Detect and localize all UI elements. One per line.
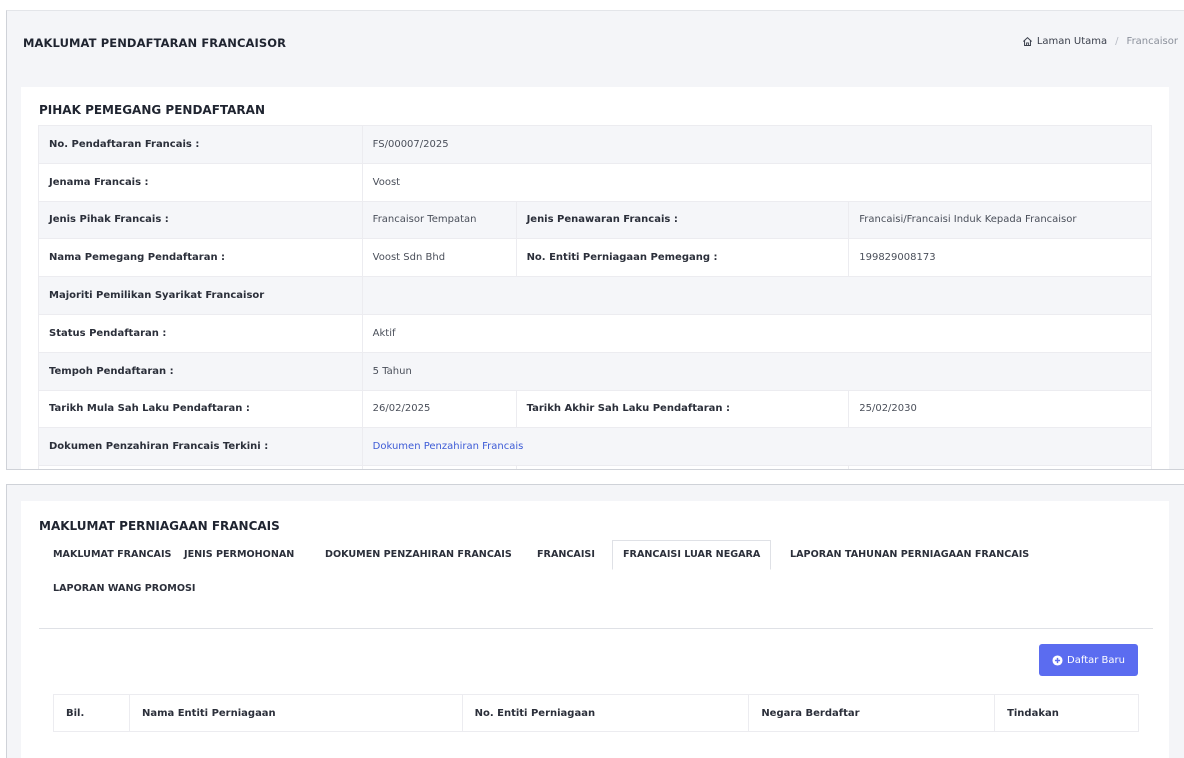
- row-label-2: No. Entiti Perniagaan Pemegang :: [515, 238, 850, 278]
- row-label-2: Tarikh Akhir Sah Laku Pendaftaran :: [515, 389, 850, 429]
- breadcrumb: Laman Utama / Francaisor: [1022, 36, 1178, 47]
- table-row: [38, 465, 1152, 469]
- tab-francaisi[interactable]: FRANCAISI: [537, 549, 595, 560]
- disclosure-document-link[interactable]: Dokumen Penzahiran Francais: [373, 441, 524, 452]
- row-label: Majoriti Pemilikan Syarikat Francaisor: [38, 276, 363, 315]
- business-tabs: MAKLUMAT FRANCAIS JENIS PERMOHONAN DOKUM…: [39, 539, 1153, 629]
- registration-window: MAKLUMAT PENDAFTARAN FRANCAISOR Laman Ut…: [6, 10, 1184, 470]
- row-label: Jenis Pihak Francais :: [38, 200, 363, 240]
- tab-maklumat-francais[interactable]: MAKLUMAT FRANCAIS: [53, 549, 171, 560]
- table-row: Status Pendaftaran : Aktif: [38, 313, 1153, 353]
- row-label: Dokumen Penzahiran Francais Terkini :: [38, 427, 363, 467]
- row-value-2: 25/02/2030: [848, 389, 1152, 429]
- business-card: MAKLUMAT PERNIAGAAN FRANCAIS MAKLUMAT FR…: [21, 501, 1169, 758]
- daftar-baru-button[interactable]: Daftar Baru: [1039, 644, 1138, 676]
- row-label-2: [515, 465, 850, 469]
- row-label: [38, 465, 363, 469]
- column-header: Bil.: [53, 694, 130, 732]
- row-value: Dokumen Penzahiran Francais: [361, 427, 1153, 467]
- column-header: No. Entiti Perniagaan: [461, 694, 750, 732]
- tab-dokumen-penzahiran-francais[interactable]: DOKUMEN PENZAHIRAN FRANCAIS: [325, 549, 512, 560]
- registration-table: No. Pendaftaran Francais : FS/00007/2025…: [38, 125, 1153, 469]
- row-value-2: Francaisi/Francaisi Induk Kepada Francai…: [848, 200, 1152, 240]
- table-row: Dokumen Penzahiran Francais Terkini : Do…: [38, 427, 1153, 467]
- row-value: FS/00007/2025: [361, 125, 1153, 164]
- page-title: MAKLUMAT PENDAFTARAN FRANCAISOR: [23, 36, 287, 50]
- row-label-2: Jenis Penawaran Francais :: [515, 200, 850, 240]
- row-value: Francaisor Tempatan: [361, 200, 517, 240]
- row-value: Voost: [361, 162, 1153, 202]
- registration-card: PIHAK PEMEGANG PENDAFTARAN No. Pendaftar…: [21, 87, 1169, 469]
- column-header: Negara Berdaftar: [748, 694, 996, 732]
- home-icon: [1022, 36, 1032, 46]
- row-label: Status Pendaftaran :: [38, 313, 363, 353]
- row-label: No. Pendaftaran Francais :: [38, 125, 363, 164]
- row-value: Aktif: [361, 313, 1153, 353]
- overseas-franchisee-table: Bil. Nama Entiti Perniagaan No. Entiti P…: [53, 694, 1139, 732]
- row-value: [361, 276, 1153, 315]
- plus-circle-icon: [1052, 654, 1063, 666]
- column-header: Tindakan: [994, 694, 1139, 732]
- table-row: Jenis Pihak Francais : Francaisor Tempat…: [38, 200, 1152, 240]
- tab-jenis-permohonan[interactable]: JENIS PERMOHONAN: [184, 549, 294, 560]
- row-value: 26/02/2025: [361, 389, 517, 429]
- tab-laporan-wang-promosi[interactable]: LAPORAN WANG PROMOSI: [53, 583, 195, 594]
- row-value: [361, 465, 517, 469]
- row-label: Tarikh Mula Sah Laku Pendaftaran :: [38, 389, 363, 429]
- daftar-baru-label: Daftar Baru: [1067, 654, 1125, 666]
- registration-section-title: PIHAK PEMEGANG PENDAFTARAN: [39, 103, 265, 117]
- column-header: Nama Entiti Perniagaan: [128, 694, 463, 732]
- breadcrumb-current: Francaisor: [1126, 36, 1178, 47]
- row-value-2: 199829008173: [848, 238, 1152, 278]
- row-label: Tempoh Pendaftaran :: [38, 351, 363, 391]
- table-row: Nama Pemegang Pendaftaran : Voost Sdn Bh…: [38, 238, 1152, 278]
- page-header: MAKLUMAT PENDAFTARAN FRANCAISOR Laman Ut…: [7, 11, 1184, 71]
- table-row: Jenama Francais : Voost: [38, 162, 1153, 202]
- table-row: No. Pendaftaran Francais : FS/00007/2025: [38, 125, 1153, 164]
- business-section-title: MAKLUMAT PERNIAGAAN FRANCAIS: [39, 519, 280, 533]
- tab-francaisi-luar-negara[interactable]: FRANCAISI LUAR NEGARA: [612, 540, 772, 570]
- row-value: Voost Sdn Bhd: [361, 238, 517, 278]
- tab-laporan-tahunan[interactable]: LAPORAN TAHUNAN PERNIAGAAN FRANCAIS: [790, 549, 1029, 560]
- table-row: Majoriti Pemilikan Syarikat Francaisor: [38, 276, 1153, 315]
- table-row: Tarikh Mula Sah Laku Pendaftaran : 26/02…: [38, 389, 1152, 429]
- row-label: Jenama Francais :: [38, 162, 363, 202]
- row-value-2: [848, 465, 1152, 469]
- row-value: 5 Tahun: [361, 351, 1153, 391]
- breadcrumb-home-link[interactable]: Laman Utama: [1037, 36, 1107, 47]
- table-row: Tempoh Pendaftaran : 5 Tahun: [38, 351, 1153, 391]
- table-header-row: Bil. Nama Entiti Perniagaan No. Entiti P…: [53, 694, 1139, 732]
- row-label: Nama Pemegang Pendaftaran :: [38, 238, 363, 278]
- business-window: MAKLUMAT PERNIAGAAN FRANCAIS MAKLUMAT FR…: [6, 484, 1184, 758]
- breadcrumb-separator: /: [1115, 36, 1119, 47]
